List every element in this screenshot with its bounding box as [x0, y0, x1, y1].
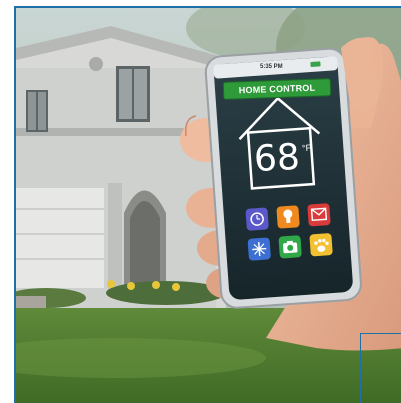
smart-home-photo [16, 8, 401, 403]
snowflake-icon [247, 237, 271, 261]
mail-icon [307, 203, 331, 227]
paw-icon [309, 233, 333, 257]
lightbulb-icon [276, 205, 300, 229]
camera-icon [278, 235, 302, 259]
clock-icon [245, 207, 269, 231]
corner-accent-box [360, 333, 401, 403]
photo-frame: 5:35 PM HOME CONTROL 68 °F [14, 6, 401, 403]
